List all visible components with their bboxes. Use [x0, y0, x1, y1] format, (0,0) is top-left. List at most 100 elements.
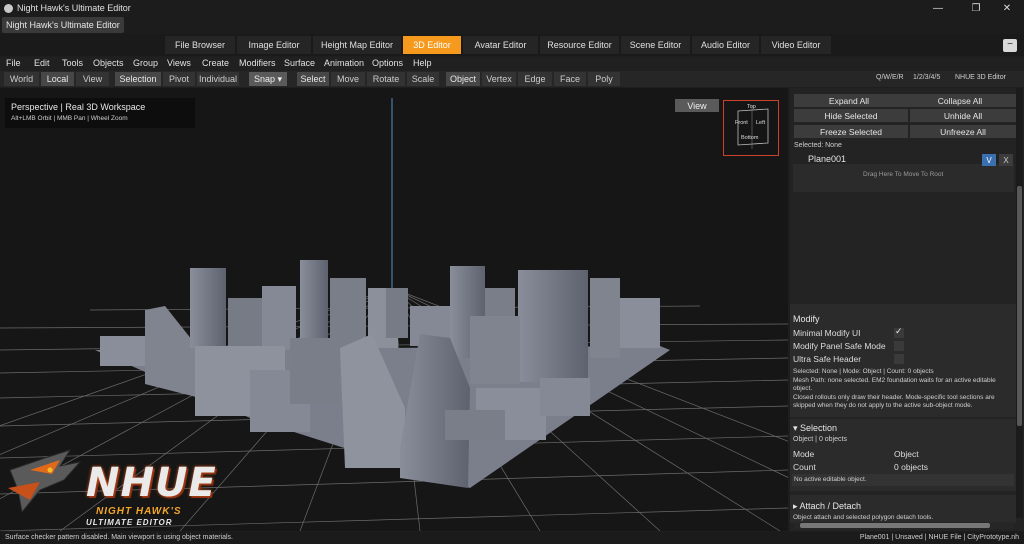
modify-title: Modify: [793, 314, 820, 324]
cube-front-label[interactable]: Front: [735, 120, 748, 126]
option-ultra-safe-checkbox[interactable]: [894, 354, 904, 364]
navigation-cube[interactable]: Top Front Left Bottom: [723, 100, 779, 156]
minimize-button[interactable]: —: [921, 0, 955, 16]
app-icon: [4, 3, 13, 13]
option-safe-mode-checkbox[interactable]: [894, 341, 904, 351]
document-tab-row: Night Hawk's Ultimate Editor: [0, 16, 1024, 34]
option-minimal-modify-checkbox[interactable]: [894, 326, 904, 338]
pivot-selection-button[interactable]: Selection: [115, 72, 161, 86]
modify-info-mesh-path-cont: object.: [793, 385, 813, 392]
panel-hscrollbar-thumb[interactable]: [800, 523, 990, 528]
outliner-item-label: Plane001: [808, 154, 847, 164]
editor-name-label: NHUE 3D Editor: [955, 74, 1006, 81]
menu-options[interactable]: Options: [372, 58, 403, 68]
viewport-title: Perspective | Real 3D Workspace: [11, 102, 146, 112]
collapse-button[interactable]: −: [1003, 39, 1017, 52]
pivot-individual-button[interactable]: Individual: [197, 72, 239, 86]
tab-resource-editor[interactable]: Resource Editor: [540, 36, 619, 54]
command-panel: Expand All Collapse All Hide Selected Un…: [790, 88, 1024, 531]
menu-help[interactable]: Help: [413, 58, 432, 68]
mode-hint: 1/2/3/4/5: [913, 74, 941, 81]
tab-video-editor[interactable]: Video Editor: [761, 36, 831, 54]
menu-views[interactable]: Views: [167, 58, 191, 68]
viewport-3d[interactable]: Perspective | Real 3D Workspace Alt+LMB …: [0, 88, 788, 531]
toolbar: World Local View Selection Pivot Individ…: [0, 71, 1024, 87]
snap-dropdown[interactable]: Snap ▾: [249, 72, 287, 86]
hawk-icon: [8, 449, 82, 514]
menu-edit[interactable]: Edit: [34, 58, 50, 68]
pivot-pivot-button[interactable]: Pivot: [163, 72, 195, 86]
menu-objects[interactable]: Objects: [93, 58, 124, 68]
selection-rollout-header[interactable]: ▾ Selection: [793, 423, 837, 434]
menu-modifiers[interactable]: Modifiers: [239, 58, 276, 68]
selection-mode-value: Object: [894, 449, 919, 459]
subobject-object-button[interactable]: Object: [446, 72, 480, 86]
option-ultra-safe-label: Ultra Safe Header: [793, 354, 862, 364]
option-minimal-modify-label: Minimal Modify UI: [793, 328, 861, 338]
remove-toggle[interactable]: X: [999, 154, 1013, 166]
nhue-logo: NHUE NIGHT HAWK'S ULTIMATE EDITOR: [0, 440, 250, 530]
tab-file-browser[interactable]: File Browser: [165, 36, 235, 54]
tab-avatar-editor[interactable]: Avatar Editor: [463, 36, 538, 54]
cube-bottom-label[interactable]: Bottom: [741, 135, 758, 141]
brand-sub2-text: ULTIMATE EDITOR: [86, 518, 173, 527]
brand-sub-text: NIGHT HAWK'S: [96, 506, 182, 517]
selection-mode-label: Mode: [793, 449, 815, 459]
drop-hint: Drag Here To Move To Root: [863, 171, 944, 178]
menu-create[interactable]: Create: [202, 58, 229, 68]
subobject-face-button[interactable]: Face: [554, 72, 586, 86]
view-button[interactable]: View: [675, 99, 719, 112]
menu-animation[interactable]: Animation: [324, 58, 364, 68]
freeze-selected-button[interactable]: Freeze Selected: [794, 125, 908, 138]
modify-info-rollouts: Closed rollouts only draw their header. …: [793, 394, 995, 401]
menu-file[interactable]: File: [6, 58, 21, 68]
scale-tool-button[interactable]: Scale: [407, 72, 439, 86]
tab-audio-editor[interactable]: Audio Editor: [692, 36, 759, 54]
outliner-item[interactable]: Plane001 V X: [793, 152, 1014, 167]
menu-bar: File Edit Tools Objects Group Views Crea…: [0, 57, 1024, 71]
tab-3d-editor[interactable]: 3D Editor: [403, 36, 461, 54]
rotate-tool-button[interactable]: Rotate: [367, 72, 405, 86]
title-bar: Night Hawk's Ultimate Editor — ❐ ✕: [0, 0, 1024, 16]
shortcut-hint: Q/W/E/R: [876, 74, 904, 81]
space-world-button[interactable]: World: [4, 72, 39, 86]
unfreeze-all-button[interactable]: Unfreeze All: [910, 125, 1016, 138]
status-file-info: Plane001 | Unsaved | NHUE File | CityPro…: [859, 534, 1019, 541]
menu-surface[interactable]: Surface: [284, 58, 315, 68]
subobject-vertex-button[interactable]: Vertex: [482, 72, 516, 86]
close-button[interactable]: ✕: [990, 0, 1024, 16]
selection-count-label: Count: [793, 462, 816, 472]
document-tab[interactable]: Night Hawk's Ultimate Editor: [2, 17, 124, 33]
space-local-button[interactable]: Local: [41, 72, 74, 86]
modify-info-mesh-path: Mesh Path: none selected. EM2 foundation…: [793, 377, 996, 384]
outliner-drop-zone[interactable]: Drag Here To Move To Root: [793, 164, 1014, 192]
visibility-toggle[interactable]: V: [982, 154, 996, 166]
maximize-button[interactable]: ❐: [959, 0, 993, 16]
tab-image-editor[interactable]: Image Editor: [237, 36, 311, 54]
move-tool-button[interactable]: Move: [331, 72, 365, 86]
panel-scrollbar-thumb[interactable]: [1017, 186, 1022, 426]
unhide-all-button[interactable]: Unhide All: [910, 109, 1016, 122]
window-title: Night Hawk's Ultimate Editor: [17, 3, 131, 13]
editor-tab-bar: File Browser Image Editor Height Map Edi…: [0, 34, 1024, 56]
hide-selected-button[interactable]: Hide Selected: [794, 109, 908, 122]
collapse-all-button[interactable]: Collapse All: [904, 94, 1016, 107]
expand-all-button[interactable]: Expand All: [794, 94, 904, 107]
brand-main-text: NHUE: [86, 460, 217, 506]
subobject-poly-button[interactable]: Poly: [588, 72, 620, 86]
status-message: Surface checker pattern disabled. Main v…: [5, 534, 233, 541]
selected-label: Selected: None: [794, 142, 842, 149]
status-bar: Surface checker pattern disabled. Main v…: [0, 532, 1024, 544]
viewport-info-box: Perspective | Real 3D Workspace Alt+LMB …: [5, 98, 195, 128]
menu-group[interactable]: Group: [133, 58, 158, 68]
subobject-edge-button[interactable]: Edge: [518, 72, 552, 86]
attach-rollout-header[interactable]: ▸ Attach / Detach: [793, 501, 861, 512]
cube-top-label[interactable]: Top: [747, 104, 756, 110]
selection-note: No active editable object.: [794, 476, 867, 483]
cube-left-label[interactable]: Left: [756, 120, 765, 126]
tab-scene-editor[interactable]: Scene Editor: [621, 36, 690, 54]
select-tool-button[interactable]: Select: [297, 72, 329, 86]
menu-tools[interactable]: Tools: [62, 58, 83, 68]
space-view-button[interactable]: View: [76, 72, 109, 86]
tab-height-map-editor[interactable]: Height Map Editor: [313, 36, 401, 54]
